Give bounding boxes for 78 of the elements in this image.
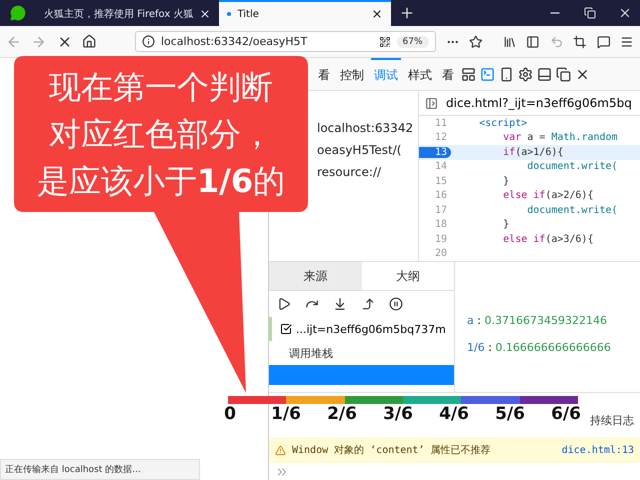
close-icon[interactable] (199, 8, 212, 20)
scale-label: 6/6 (551, 404, 581, 424)
source-tree-item[interactable]: oeasyH5Test/( (317, 143, 418, 157)
address-bar[interactable]: localhost:63342/oeasyH5T 67% (134, 31, 436, 52)
line-number: 18 (434, 219, 448, 230)
source-link[interactable]: dice.html:13 (562, 444, 634, 456)
scale-label: 0 (224, 404, 236, 424)
devtools-tab[interactable]: 控制 (337, 58, 367, 90)
info-icon[interactable] (142, 35, 155, 48)
code-text: document.write( (526, 161, 618, 172)
source-tree-item[interactable]: resource:// (317, 165, 418, 179)
checkbox[interactable] (280, 323, 292, 335)
windows-icon[interactable] (556, 66, 571, 82)
scale-label: 2/6 (327, 404, 357, 424)
pane-tab[interactable]: 来源 (269, 262, 362, 290)
scale-label: 3/6 (383, 404, 413, 424)
callout-text: 现在第一个判断 (49, 67, 273, 108)
restore-icon[interactable] (584, 7, 596, 19)
phone-icon[interactable] (499, 66, 514, 82)
pause-icon[interactable] (389, 297, 403, 311)
menu-icon[interactable] (620, 34, 634, 48)
line-number: 11 (434, 118, 448, 129)
persist-logs-label[interactable]: 持续日志 (590, 412, 634, 428)
step-out-icon[interactable] (361, 297, 375, 311)
code-text: var a = Math.random (502, 132, 618, 144)
library-icon[interactable] (502, 34, 516, 48)
line-number: 19 (434, 234, 448, 245)
devtools-tab[interactable]: 样式 (405, 58, 435, 90)
code-text: } (502, 219, 510, 230)
devtools-tab[interactable]: 看 (315, 58, 333, 90)
status-text: 正在传输来自 localhost 的数据... (0, 459, 200, 480)
url-text: localhost:63342/oeasyH5T (160, 35, 308, 48)
qr-code-icon[interactable] (378, 36, 391, 48)
scale-label: 1/6 (271, 404, 301, 424)
sidebar-icon[interactable] (526, 34, 540, 48)
callout-text: 是应该小于1/6的 (36, 161, 286, 202)
line-number: 16 (434, 190, 448, 202)
variable-row-text: a : 0.3716673459322146 (467, 314, 608, 327)
settings-icon[interactable] (518, 66, 533, 82)
callout-text: 对应红色部分， (49, 114, 273, 155)
panel-toggle-icon[interactable] (425, 96, 438, 110)
line-number: 14 (434, 161, 448, 172)
code-text: document.write( (526, 204, 618, 216)
close-icon[interactable] (618, 6, 632, 20)
play-icon[interactable] (277, 297, 291, 311)
crop-icon[interactable] (573, 34, 587, 48)
code-text: else if(a>3/6){ (502, 234, 594, 245)
star-icon[interactable] (469, 34, 483, 48)
step-in-icon[interactable] (333, 297, 347, 311)
scale-label: 4/6 (439, 404, 469, 424)
warning-icon (275, 444, 286, 456)
line-number: 17 (434, 204, 448, 216)
code-text: } (502, 176, 510, 187)
layout-icon[interactable] (461, 66, 476, 82)
variable-row-text: 1/6 : 0.166666666666666 (467, 341, 612, 354)
code-text: <script> (478, 118, 528, 129)
browser-tab[interactable]: 火狐主页，推荐使用 Firefox 火狐 (36, 0, 220, 26)
devtools-tab[interactable]: 看 (439, 58, 457, 90)
code-text: else if(a>2/6){ (502, 190, 594, 202)
line-number: 12 (434, 132, 448, 144)
browser-tab[interactable]: Title (219, 0, 392, 26)
close-icon[interactable] (371, 8, 384, 20)
breakpoint-label: ...ijt=n3eff6g06m5bq737m (296, 322, 446, 336)
line-number: 13 (419, 146, 451, 158)
loading-dot-icon (227, 12, 232, 16)
source-tree-item[interactable]: localhost:63342 (317, 121, 418, 135)
section-header[interactable]: 调用堆栈 (269, 341, 454, 365)
code-text: if(a>1/6){ (502, 146, 564, 158)
chat-app-icon[interactable] (10, 5, 26, 21)
speech-bubble-icon[interactable] (596, 34, 610, 48)
line-number: 20 (434, 248, 448, 260)
zoom-level[interactable]: 67% (396, 36, 429, 48)
home-icon[interactable] (82, 34, 97, 49)
file-tab[interactable]: dice.html?_ijt=n3eff6g06m5bq (446, 96, 632, 110)
line-number: 15 (434, 176, 448, 187)
scale-label: 5/6 (495, 404, 525, 424)
dock-icon[interactable] (537, 66, 552, 82)
warning-text: Window 对象的 ‘content’ 属性已不推荐 (292, 444, 492, 457)
